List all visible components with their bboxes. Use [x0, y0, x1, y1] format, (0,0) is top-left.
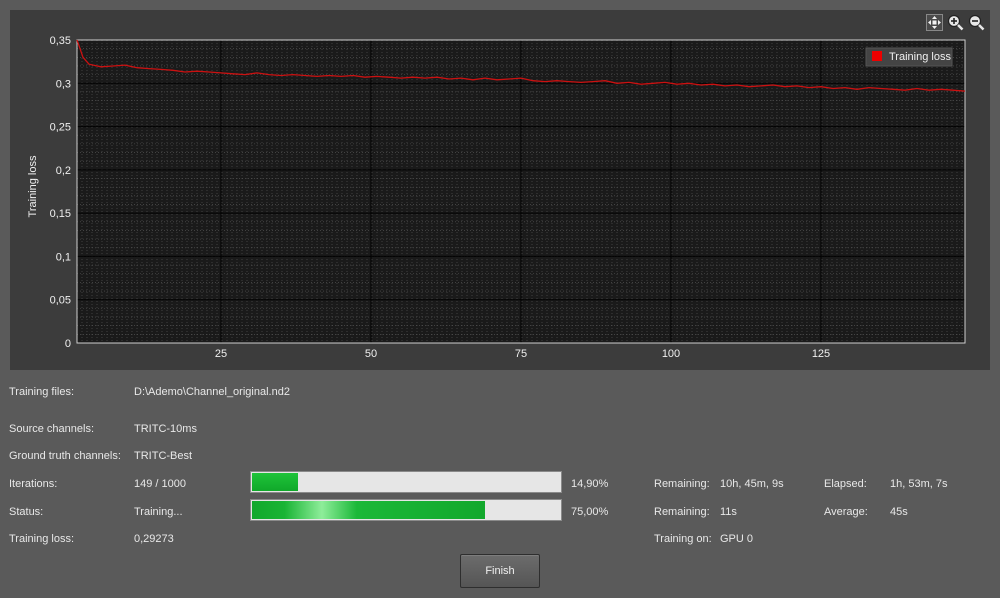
iterations-value: 149 / 1000 [134, 478, 186, 490]
y-tick-label: 0,05 [50, 295, 71, 307]
x-tick-label: 75 [515, 348, 527, 360]
average-label: Average: [824, 506, 868, 518]
iterations-progress-fill [252, 473, 298, 491]
y-tick-label: 0,2 [56, 165, 71, 177]
source-channels-label: Source channels: [9, 423, 94, 435]
training-files-label: Training files: [9, 386, 75, 398]
y-tick-label: 0,35 [50, 35, 71, 47]
x-tick-label: 25 [215, 348, 227, 360]
finish-button[interactable]: Finish [460, 554, 540, 588]
iterations-percent: 14,90% [571, 478, 609, 490]
iterations-label: Iterations: [9, 478, 58, 490]
y-tick-label: 0,15 [50, 208, 71, 220]
status-progress-fill [252, 501, 485, 519]
training-loss-value: 0,29273 [134, 533, 174, 545]
status-progress-bar [250, 499, 562, 521]
zoom-in-icon[interactable] [947, 14, 964, 31]
status-percent: 75,00% [571, 506, 609, 518]
training-loss-chart: 25 50 75 100 125 0 0,05 0,1 0,15 0,2 0,25 0,3 0,35 Tr… [10, 10, 990, 370]
y-tick-label: 0,1 [56, 251, 71, 263]
status-remaining-label: Remaining: [654, 506, 710, 518]
ground-truth-channels-label: Ground truth channels: [9, 450, 121, 462]
status-remaining-value: 11s [720, 506, 737, 518]
iterations-remaining-label: Remaining: [654, 478, 710, 490]
elapsed-value: 1h, 53m, 7s [890, 478, 948, 490]
legend-label: Training loss [889, 51, 951, 63]
legend-swatch [872, 51, 882, 61]
x-tick-label: 100 [662, 348, 680, 360]
training-files-value: D:\Ademo\Channel_original.nd2 [134, 386, 290, 398]
y-axis-label: Training loss [27, 155, 39, 217]
y-tick-label: 0,3 [56, 78, 71, 90]
x-tick-label: 125 [812, 348, 830, 360]
source-channels-value: TRITC-10ms [134, 423, 197, 435]
status-label: Status: [9, 506, 44, 518]
chart-canvas: 25 50 75 100 125 0 0,05 0,1 0,15 0,2 0,25 0,3 0,35 Tr… [27, 35, 966, 360]
training-on-label: Training on: [654, 533, 712, 545]
iterations-progress-bar [250, 471, 562, 493]
y-tick-label: 0 [65, 338, 71, 350]
status-value: Training... [134, 506, 183, 518]
ground-truth-channels-value: TRITC-Best [134, 450, 193, 462]
training-on-value: GPU 0 [720, 533, 754, 545]
training-loss-label: Training loss: [9, 533, 75, 545]
elapsed-label: Elapsed: [824, 478, 867, 490]
x-tick-label: 50 [365, 348, 377, 360]
zoom-out-icon[interactable] [968, 14, 985, 31]
fit-view-icon[interactable] [926, 14, 943, 31]
average-value: 45s [890, 506, 908, 518]
iterations-remaining-value: 10h, 45m, 9s [720, 478, 784, 490]
y-tick-label: 0,25 [50, 122, 71, 134]
